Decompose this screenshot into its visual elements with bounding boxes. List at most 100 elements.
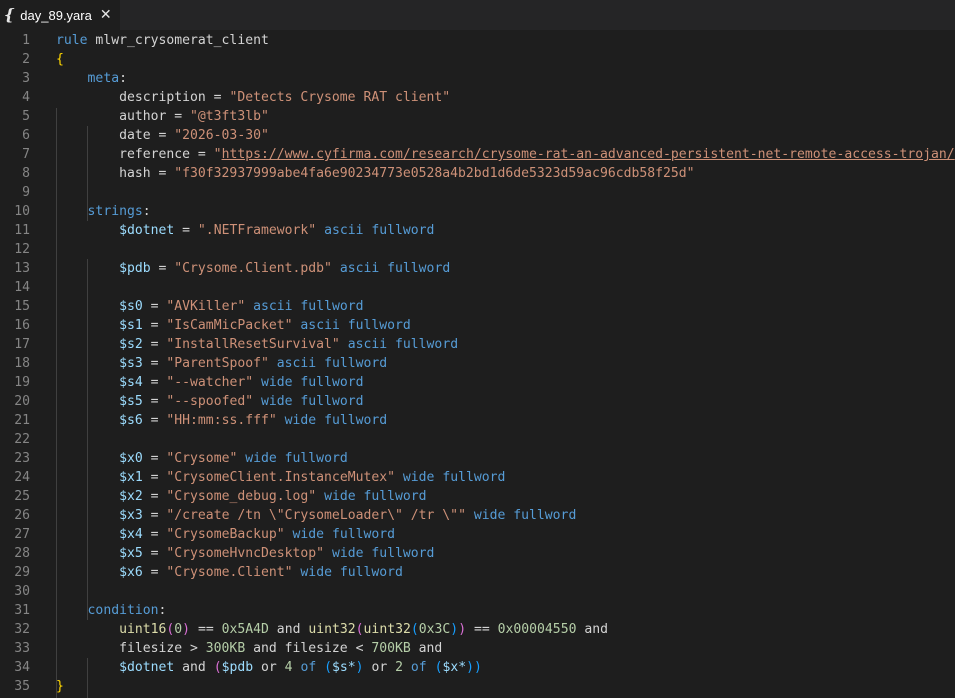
code-token: = — [142, 451, 167, 466]
code-text: $dotnet and ($pdb or 4 of ($s*) or 2 of … — [30, 658, 482, 677]
code-line: 23 $x0 = "Crysome" wide fullword — [0, 449, 955, 468]
code-token: and — [410, 641, 443, 656]
code-token: ascii fullword — [339, 261, 451, 276]
code-token: ascii fullword — [324, 223, 435, 238]
line-number: 29 — [14, 565, 30, 580]
code-token: wide fullword — [473, 508, 577, 523]
line-number: 25 — [14, 489, 30, 504]
code-token: = — [142, 356, 167, 371]
code-token: wide fullword — [284, 413, 388, 428]
code-token: ( — [213, 660, 222, 675]
code-token: = — [142, 299, 167, 314]
code-token: $x0 — [119, 451, 143, 466]
code-token: wide fullword — [245, 451, 348, 466]
code-token: = — [142, 337, 167, 352]
code-token: { — [56, 52, 64, 67]
code-token: wide fullword — [261, 394, 364, 409]
code-line: 25 $x2 = "Crysome_debug.log" wide fullwo… — [0, 487, 955, 506]
editor-tab-day-89-yara[interactable]: { day_89.yara ✕ — [0, 0, 120, 30]
line-number: 26 — [14, 508, 30, 523]
line-number: 12 — [14, 242, 30, 257]
code-token: " — [213, 147, 222, 162]
line-number: 35 — [14, 679, 30, 694]
code-token: "--watcher" — [166, 375, 254, 390]
code-token: of — [300, 660, 317, 675]
line-number: 17 — [14, 337, 30, 352]
code-text: $dotnet = ".NETFramework" ascii fullword — [30, 221, 434, 240]
code-token: "AVKiller" — [166, 299, 246, 314]
code-token: rule — [56, 33, 96, 48]
code-token: author = — [56, 109, 191, 124]
line-number: 22 — [14, 432, 30, 447]
code-token: "Detects Crysome RAT client" — [229, 90, 451, 105]
code-line: 8 hash = "f30f32937999abe4fa6e90234773e0… — [0, 164, 955, 183]
line-number: 3 — [22, 71, 30, 86]
code-line: 33 filesize > 300KB and filesize < 700KB… — [0, 639, 955, 658]
code-token: "2026-03-30" — [174, 128, 269, 143]
code-text: $pdb = "Crysome.Client.pdb" ascii fullwo… — [30, 259, 450, 278]
code-token: and — [174, 660, 214, 675]
code-text: $s1 = "IsCamMicPacket" ascii fullword — [30, 316, 411, 335]
code-line: 21 $s6 = "HH:mm:ss.fff" wide fullword — [0, 411, 955, 430]
code-token: ascii fullword — [300, 318, 411, 333]
code-line: 2{ — [0, 50, 955, 69]
code-token: "CrysomeClient.InstanceMutex" — [166, 470, 396, 485]
line-number: 6 — [22, 128, 30, 143]
code-line: 22 — [0, 430, 955, 449]
line-number: 32 — [14, 622, 30, 637]
code-token: : — [142, 204, 151, 219]
code-line: 5 author = "@t3ft3lb" — [0, 107, 955, 126]
code-token: uint16 — [119, 622, 167, 637]
code-text: reference = "https://www.cyfirma.com/res… — [30, 145, 955, 164]
code-token: } — [56, 679, 64, 694]
code-token: $s4 — [119, 375, 143, 390]
code-text: uint16(0) == 0x5A4D and uint32(uint32(0x… — [30, 620, 608, 639]
code-token: ( — [410, 622, 419, 637]
code-token: "Crysome" — [166, 451, 238, 466]
reference-link[interactable]: https://www.cyfirma.com/research/crysome… — [222, 147, 955, 162]
code-token: = — [142, 508, 167, 523]
code-token: "Crysome.Client" — [166, 565, 293, 580]
code-line: 17 $s2 = "InstallResetSurvival" ascii fu… — [0, 335, 955, 354]
code-line: 28 $x5 = "CrysomeHvncDesktop" wide fullw… — [0, 544, 955, 563]
code-line: 9 — [0, 183, 955, 202]
line-number: 8 — [22, 166, 30, 181]
code-token: condition — [87, 603, 159, 618]
line-number: 30 — [14, 584, 30, 599]
close-icon[interactable]: ✕ — [100, 7, 112, 23]
code-editor[interactable]: 1 rule mlwr_crysomerat_client 2{3 meta: 4 d… — [0, 30, 955, 698]
code-text: author = "@t3ft3lb" — [30, 107, 269, 126]
code-token: 0x5A4D — [221, 622, 269, 637]
code-line: 16 $s1 = "IsCamMicPacket" ascii fullword — [0, 316, 955, 335]
code-token: wide fullword — [292, 527, 396, 542]
code-token: 2 — [395, 660, 403, 675]
code-text: $s4 = "--watcher" wide fullword — [30, 373, 363, 392]
code-token: "Crysome.Client.pdb" — [174, 261, 332, 276]
line-number: 23 — [14, 451, 30, 466]
code-token: ( — [324, 660, 333, 675]
code-token: )) — [466, 660, 482, 675]
code-token: hash = — [56, 166, 175, 181]
code-token: = — [142, 318, 167, 333]
code-token: wide fullword — [402, 470, 506, 485]
line-number: 15 — [14, 299, 30, 314]
